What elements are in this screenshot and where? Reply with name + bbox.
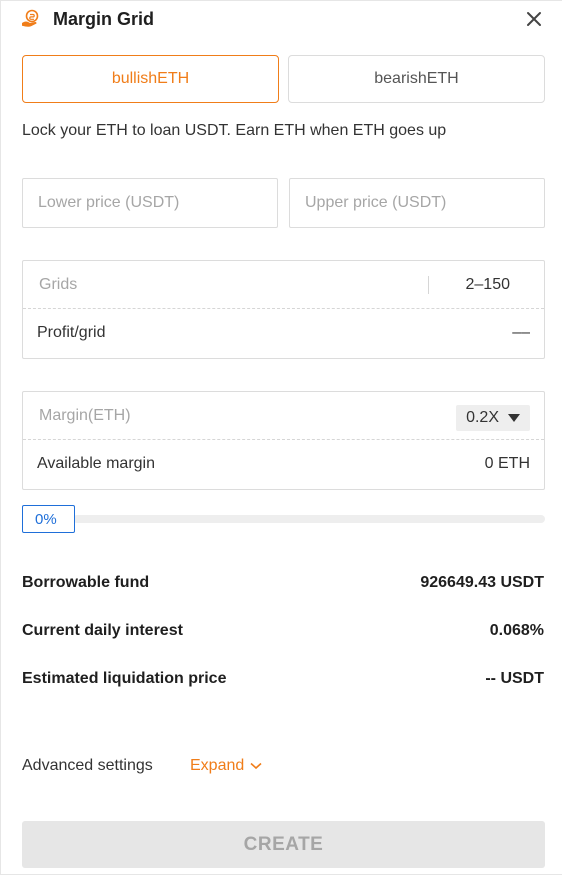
leverage-dropdown[interactable]: 0.2X bbox=[456, 405, 530, 431]
profit-per-grid-label: Profit/grid bbox=[37, 324, 106, 341]
liquidation-price-row: Estimated liquidation price -- USDT bbox=[22, 668, 544, 690]
margin-grid-panel: Margin Grid bullishETH bearishETH Lock y… bbox=[0, 0, 562, 875]
borrowable-fund-label: Borrowable fund bbox=[22, 574, 150, 591]
profit-per-grid-value: –– bbox=[512, 324, 530, 341]
grids-range: 2–150 bbox=[465, 275, 511, 293]
hand-coin-icon bbox=[22, 9, 39, 27]
strategy-description: Lock your ETH to loan USDT. Earn ETH whe… bbox=[22, 122, 447, 139]
profit-per-grid-row: Profit/grid –– bbox=[23, 309, 544, 357]
available-margin-label: Available margin bbox=[37, 455, 155, 472]
margin-settings-box: 0.2X Available margin 0 ETH bbox=[22, 391, 545, 490]
leverage-value: 0.2X bbox=[466, 409, 499, 426]
margin-row: 0.2X bbox=[23, 392, 544, 440]
margin-input[interactable] bbox=[37, 406, 341, 425]
grid-settings-box: 2–150 Profit/grid –– bbox=[22, 260, 545, 359]
available-margin-value: 0 ETH bbox=[484, 455, 530, 472]
daily-interest-row: Current daily interest 0.068% bbox=[22, 620, 544, 642]
caret-down-icon bbox=[508, 414, 520, 422]
available-margin-row: Available margin 0 ETH bbox=[23, 440, 544, 488]
daily-interest-value: 0.068% bbox=[489, 622, 544, 639]
expand-label: Expand bbox=[190, 757, 245, 774]
liquidation-price-label: Estimated liquidation price bbox=[22, 670, 227, 687]
borrowable-fund-row: Borrowable fund 926649.43 USDT bbox=[22, 572, 544, 594]
upper-price-input[interactable] bbox=[289, 178, 545, 228]
borrowable-fund-value: 926649.43 USDT bbox=[420, 574, 544, 591]
page-title: Margin Grid bbox=[53, 8, 155, 29]
liquidation-price-value: -- USDT bbox=[485, 670, 544, 687]
expand-advanced-button[interactable]: Expand bbox=[190, 757, 262, 775]
advanced-settings-label: Advanced settings bbox=[22, 757, 153, 774]
chevron-down-icon bbox=[250, 762, 262, 770]
divider bbox=[428, 276, 429, 294]
create-button[interactable]: CREATE bbox=[22, 821, 545, 868]
header: Margin Grid bbox=[21, 5, 544, 33]
margin-slider[interactable] bbox=[73, 515, 545, 523]
grids-row: 2–150 bbox=[23, 261, 544, 309]
grids-input[interactable] bbox=[37, 275, 421, 294]
slider-percent-label[interactable]: 0% bbox=[22, 505, 75, 533]
lower-price-input[interactable] bbox=[22, 178, 278, 228]
daily-interest-label: Current daily interest bbox=[22, 622, 183, 639]
tab-bearish-eth[interactable]: bearishETH bbox=[288, 55, 545, 103]
tab-bullish-eth[interactable]: bullishETH bbox=[22, 55, 279, 103]
close-icon[interactable] bbox=[524, 9, 544, 29]
